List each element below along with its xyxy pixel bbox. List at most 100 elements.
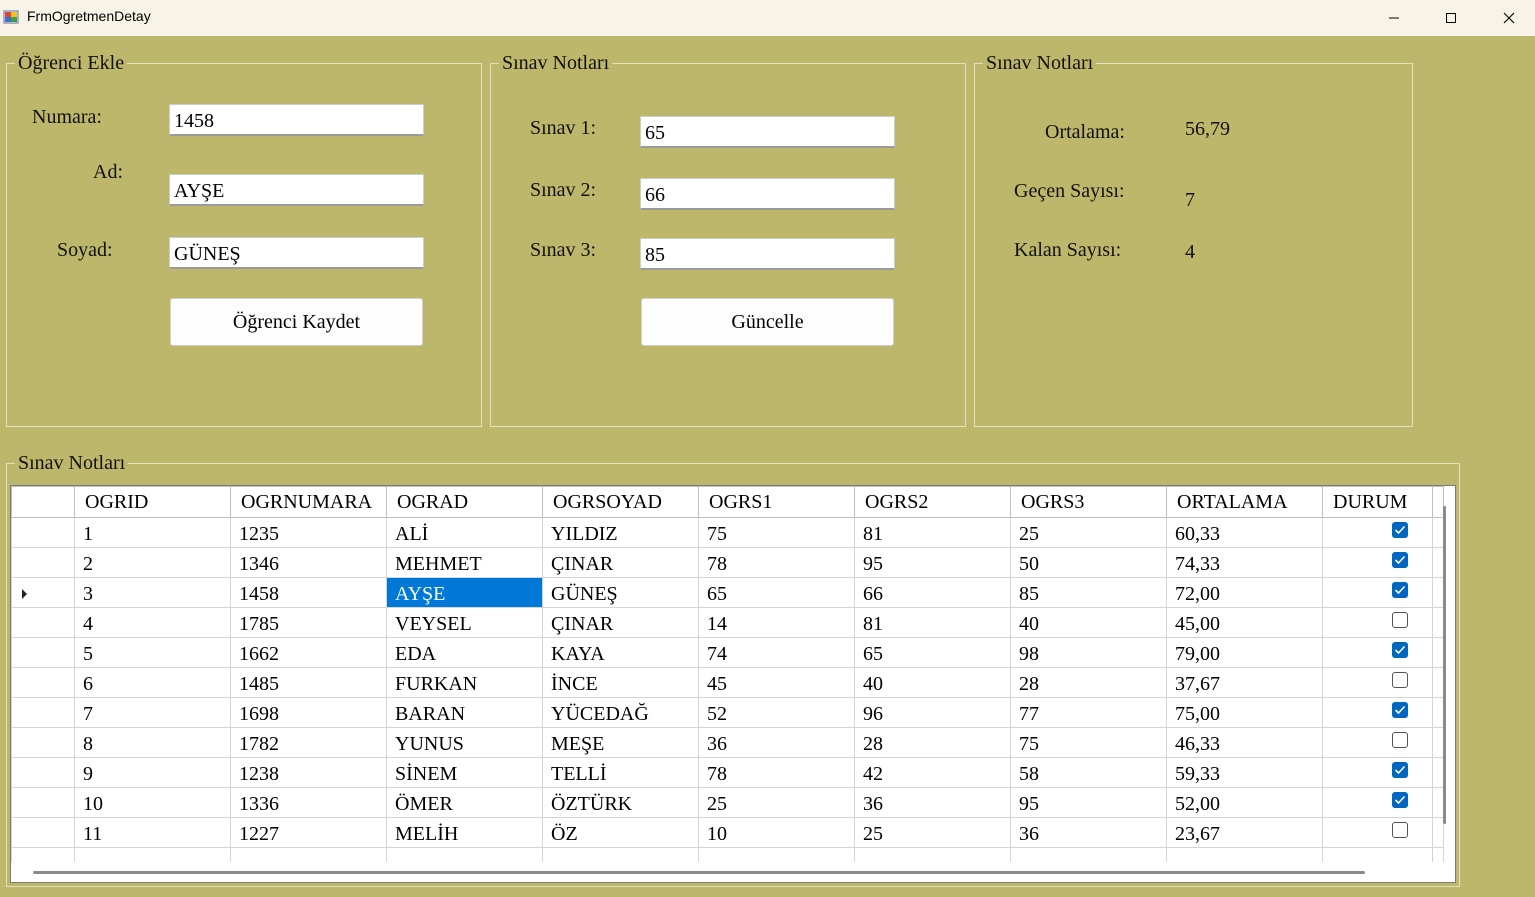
numara-input[interactable] (169, 104, 424, 136)
cell-ogrnumara[interactable]: 1782 (230, 727, 387, 758)
cell-ogrs3[interactable]: 25 (1010, 517, 1167, 548)
cell-ogrnumara[interactable]: 1698 (230, 697, 387, 728)
row-header[interactable] (11, 577, 75, 608)
cell-ogrid[interactable]: 7 (74, 697, 231, 728)
row-header[interactable] (11, 607, 75, 638)
sinav1-input[interactable] (640, 116, 895, 148)
cell-ogrid[interactable]: 6 (74, 667, 231, 698)
cell-ogrid[interactable]: 2 (74, 547, 231, 578)
cell-ogrs2[interactable]: 65 (854, 637, 1011, 668)
durum-cell[interactable] (1322, 817, 1433, 848)
durum-cell[interactable] (1322, 637, 1433, 668)
row-header[interactable] (11, 817, 75, 848)
cell-ogrsoyad[interactable]: ÇINAR (542, 607, 699, 638)
cell-ogrnumara[interactable]: 1458 (230, 577, 387, 608)
durum-cell[interactable] (1322, 547, 1433, 578)
checkbox-unchecked-icon[interactable] (1392, 672, 1408, 689)
cell-ortalama[interactable]: 60,33 (1166, 517, 1323, 548)
column-header-ogrid[interactable]: OGRID (74, 486, 231, 518)
table-row[interactable]: 2 1346 MEHMET ÇINAR 78 95 50 74,33 (11, 547, 1444, 578)
durum-cell[interactable] (1322, 757, 1433, 788)
cell-ogrsoyad[interactable]: İNCE (542, 667, 699, 698)
checkbox-unchecked-icon[interactable] (1392, 732, 1408, 749)
cell-ogrnumara[interactable]: 1227 (230, 817, 387, 848)
cell-ogrs1[interactable]: 65 (698, 577, 855, 608)
cell-ogrs2[interactable]: 66 (854, 577, 1011, 608)
horizontal-scrollbar[interactable] (33, 871, 1365, 874)
column-header-ogrs1[interactable]: OGRS1 (698, 486, 855, 518)
minimize-button[interactable] (1365, 0, 1423, 36)
cell-ogrs1[interactable]: 78 (698, 757, 855, 788)
cell-ogrs3[interactable]: 77 (1010, 697, 1167, 728)
cell-ograd[interactable]: BARAN (386, 697, 543, 728)
cell-ogrs2[interactable]: 28 (854, 727, 1011, 758)
cell-ogrnumara[interactable]: 1238 (230, 757, 387, 788)
column-header-durum[interactable]: DURUM (1322, 486, 1433, 518)
row-header[interactable] (11, 727, 75, 758)
cell-ogrs3[interactable]: 95 (1010, 787, 1167, 818)
cell-ograd[interactable]: FURKAN (386, 667, 543, 698)
cell-ortalama[interactable]: 79,00 (1166, 637, 1323, 668)
cell-ogrs1[interactable]: 45 (698, 667, 855, 698)
save-student-button[interactable]: Öğrenci Kaydet (170, 298, 423, 346)
column-header-ogrnumara[interactable]: OGRNUMARA (230, 486, 387, 518)
cell-ogrsoyad[interactable]: YILDIZ (542, 517, 699, 548)
checkbox-checked-icon[interactable] (1392, 582, 1408, 599)
vertical-scrollbar[interactable] (1443, 506, 1446, 824)
cell-ogrsoyad[interactable]: ÖZ (542, 817, 699, 848)
cell-ogrid[interactable]: 10 (74, 787, 231, 818)
durum-cell[interactable] (1322, 517, 1433, 548)
cell-ortalama[interactable]: 45,00 (1166, 607, 1323, 638)
cell-ograd[interactable]: YUNUS (386, 727, 543, 758)
durum-cell[interactable] (1322, 577, 1433, 608)
soyad-input[interactable] (169, 237, 424, 269)
table-row[interactable]: 3 1458 AYŞE GÜNEŞ 65 66 85 72,00 (11, 577, 1444, 608)
cell-ogrs3[interactable]: 98 (1010, 637, 1167, 668)
cell-ogrs1[interactable]: 75 (698, 517, 855, 548)
durum-cell[interactable] (1322, 727, 1433, 758)
cell-ograd[interactable]: ALİ (386, 517, 543, 548)
checkbox-checked-icon[interactable] (1392, 762, 1408, 779)
cell-ortalama[interactable]: 59,33 (1166, 757, 1323, 788)
cell-ogrs2[interactable]: 81 (854, 607, 1011, 638)
cell-ogrs2[interactable]: 96 (854, 697, 1011, 728)
table-row[interactable]: 6 1485 FURKAN İNCE 45 40 28 37,67 (11, 667, 1444, 698)
durum-cell[interactable] (1322, 667, 1433, 698)
durum-cell[interactable] (1322, 607, 1433, 638)
checkbox-unchecked-icon[interactable] (1392, 612, 1408, 629)
cell-ogrsoyad[interactable]: ÖZTÜRK (542, 787, 699, 818)
cell-ortalama[interactable]: 52,00 (1166, 787, 1323, 818)
row-header[interactable] (11, 787, 75, 818)
row-header[interactable] (11, 547, 75, 578)
table-row[interactable]: 4 1785 VEYSEL ÇINAR 14 81 40 45,00 (11, 607, 1444, 638)
sinav2-input[interactable] (640, 178, 895, 210)
row-header[interactable] (11, 697, 75, 728)
cell-ogrs2[interactable]: 40 (854, 667, 1011, 698)
table-row[interactable]: 11 1227 MELİH ÖZ 10 25 36 23,67 (11, 817, 1444, 848)
cell-ogrs1[interactable]: 36 (698, 727, 855, 758)
cell-ogrs3[interactable]: 85 (1010, 577, 1167, 608)
table-row[interactable]: 8 1782 YUNUS MEŞE 36 28 75 46,33 (11, 727, 1444, 758)
cell-ogrs2[interactable]: 95 (854, 547, 1011, 578)
table-row[interactable]: 7 1698 BARAN YÜCEDAĞ 52 96 77 75,00 (11, 697, 1444, 728)
cell-ograd[interactable]: AYŞE (386, 577, 543, 608)
table-row[interactable]: 1 1235 ALİ YILDIZ 75 81 25 60,33 (11, 517, 1444, 548)
cell-ortalama[interactable]: 37,67 (1166, 667, 1323, 698)
grades-datagrid[interactable]: OGRID OGRNUMARA OGRAD OGRSOYAD OGRS1 OGRS2 OGR… (10, 485, 1456, 883)
row-header[interactable] (11, 667, 75, 698)
cell-ogrs1[interactable]: 25 (698, 787, 855, 818)
row-header[interactable] (11, 637, 75, 668)
cell-ortalama[interactable]: 23,67 (1166, 817, 1323, 848)
cell-ogrid[interactable]: 11 (74, 817, 231, 848)
update-button[interactable]: Güncelle (641, 298, 894, 346)
cell-ogrid[interactable]: 9 (74, 757, 231, 788)
column-header-ogrs3[interactable]: OGRS3 (1010, 486, 1167, 518)
cell-ortalama[interactable]: 74,33 (1166, 547, 1323, 578)
cell-ogrs3[interactable]: 28 (1010, 667, 1167, 698)
cell-ogrsoyad[interactable]: ÇINAR (542, 547, 699, 578)
ad-input[interactable] (169, 174, 424, 206)
cell-ograd[interactable]: EDA (386, 637, 543, 668)
column-header-ogrs2[interactable]: OGRS2 (854, 486, 1011, 518)
column-header-ogrsoyad[interactable]: OGRSOYAD (542, 486, 699, 518)
cell-ogrs1[interactable]: 74 (698, 637, 855, 668)
